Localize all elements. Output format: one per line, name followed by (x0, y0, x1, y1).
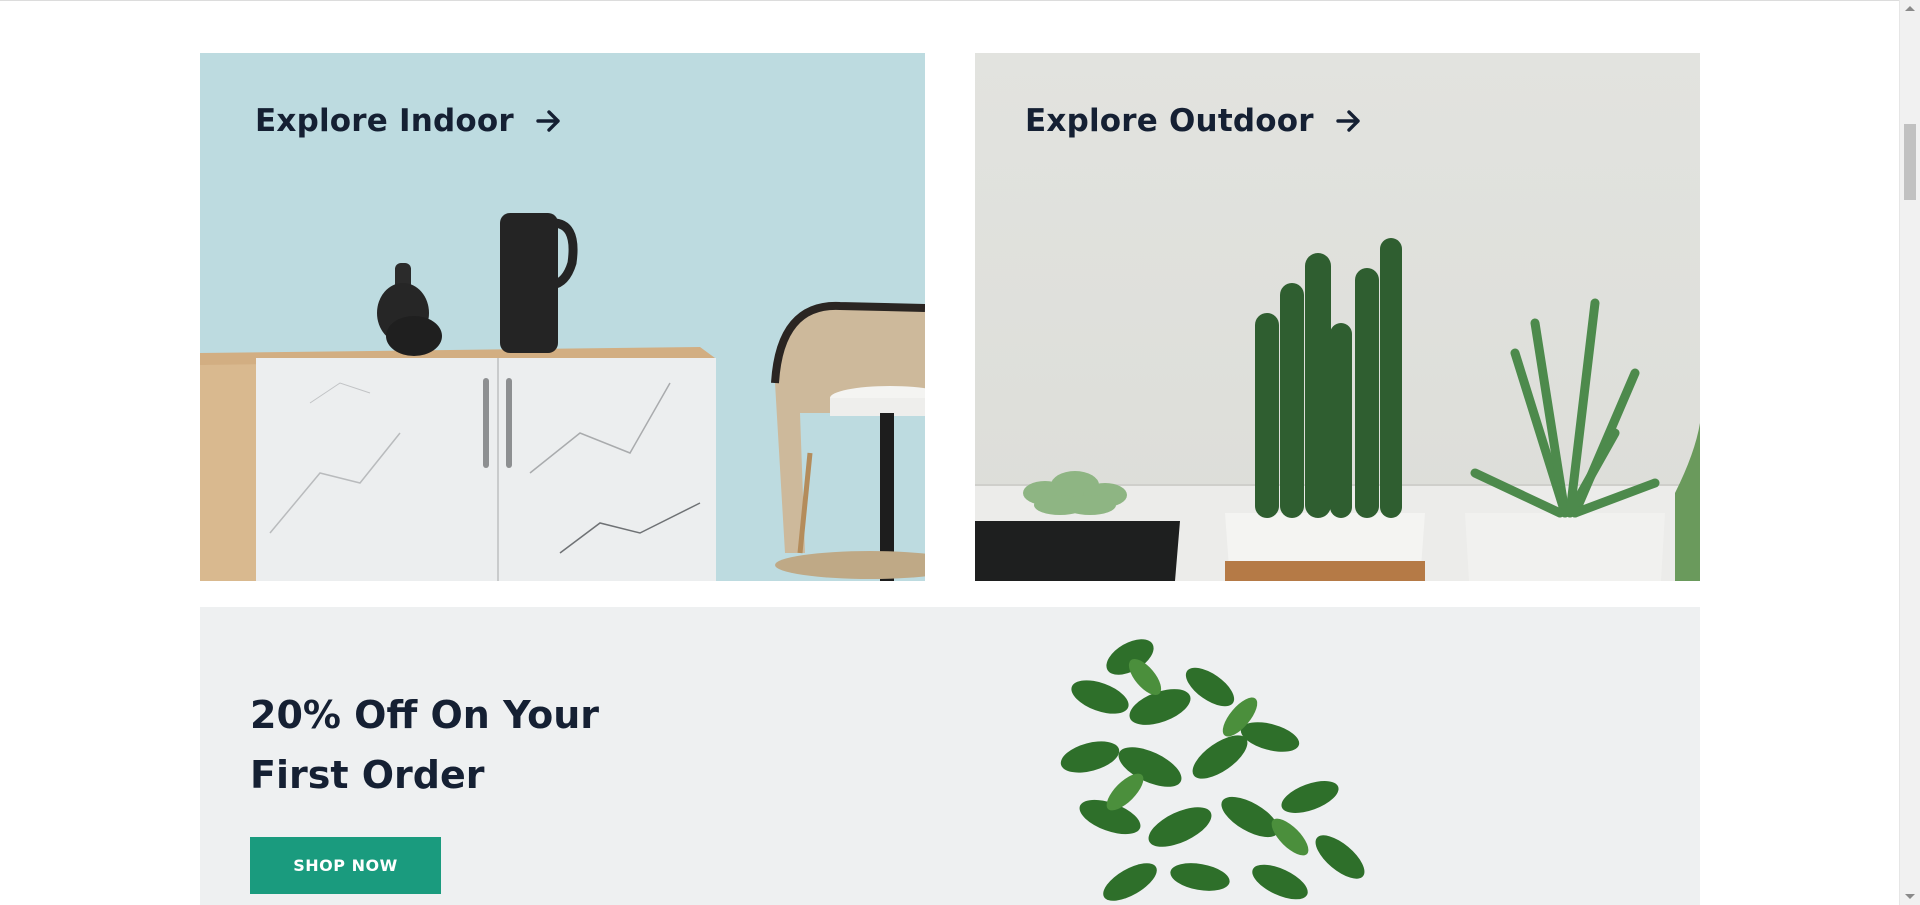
promo-banner: 20% Off On Your First Order SHOP NOW (200, 607, 1700, 905)
vertical-scrollbar[interactable] (1899, 0, 1920, 905)
shop-now-button[interactable]: SHOP NOW (250, 837, 441, 894)
promo-title: 20% Off On Your First Order (250, 685, 670, 805)
explore-outdoor-label: Explore Outdoor (1025, 103, 1314, 139)
arrow-right-icon (536, 109, 562, 133)
page-top-border (0, 0, 1900, 1)
explore-indoor-card[interactable]: Explore Indoor (200, 53, 925, 581)
scroll-up-icon[interactable] (1905, 6, 1915, 11)
promo-title-line2: First Order (250, 753, 485, 797)
explore-outdoor-card[interactable]: Explore Outdoor (975, 53, 1700, 581)
explore-indoor-link[interactable]: Explore Indoor (255, 103, 562, 139)
scroll-down-icon[interactable] (1905, 894, 1915, 899)
scrollbar-thumb[interactable] (1904, 124, 1916, 200)
explore-indoor-label: Explore Indoor (255, 103, 514, 139)
promo-title-line1: 20% Off On Your (250, 693, 600, 737)
explore-outdoor-link[interactable]: Explore Outdoor (1025, 103, 1362, 139)
arrow-right-icon (1336, 109, 1362, 133)
